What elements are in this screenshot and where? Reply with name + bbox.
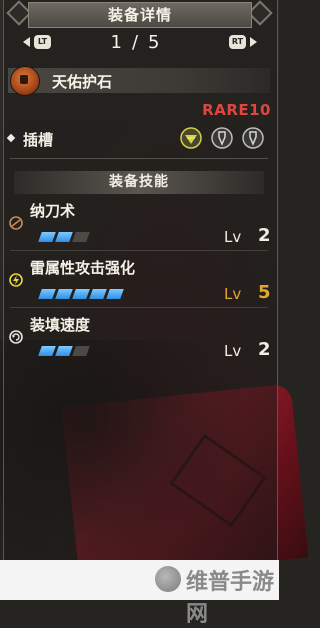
skill-level-pip [89,289,107,299]
slot-row: 插槽 [6,126,270,152]
arrow-right-icon[interactable] [250,37,257,47]
skill-level-value: 5 [258,282,271,303]
skill-level-pip [72,232,90,242]
skill-name: 装填速度 [30,316,91,334]
reload-skill-icon [9,330,23,344]
page-total: 5 [148,32,170,53]
bullet-diamond-icon [6,133,16,143]
watermark-bar: 维普手游网 [0,560,279,627]
skill-level-pip [55,232,73,242]
rt-button[interactable]: RT [229,35,246,49]
skill-level-pip [72,346,90,356]
lt-button[interactable]: LT [34,35,51,49]
rarity-label: RARE10 [202,101,271,119]
slot-label: 插槽 [23,131,54,149]
divider [10,158,268,159]
skill-level-pip [72,289,90,299]
page-title: 装备详情 [28,2,252,28]
skill-level-label: Lv [224,228,242,246]
skill-divider [10,307,268,308]
skill-name: 纳刀术 [30,202,76,220]
slot-gem-level2-icon [242,127,264,149]
skill-level-pip [106,289,124,299]
slot-gem-level3-icon [180,127,202,149]
skill-level-label: Lv [224,285,242,303]
skill-name: 雷属性攻击强化 [30,259,136,277]
site-logo-icon [155,566,181,592]
skill-level-value: 2 [258,339,271,360]
arrow-left-icon[interactable] [23,37,30,47]
skill-level-value: 2 [258,225,271,246]
page-current: 1 [110,32,132,53]
watermark-text: 维普手游网 [186,570,275,627]
skill-level-label: Lv [224,342,242,360]
skill-level-pip [38,232,56,242]
skill-divider [10,250,268,251]
skill-row[interactable]: 装填速度 Lv 2 [0,314,279,370]
skill-level-pip [38,346,56,356]
skill-level-pip [55,289,73,299]
item-row: 天佑护石 [8,66,270,96]
skill-level-pip [55,346,73,356]
page-indicator: 1/5 [80,32,200,53]
skill-row[interactable]: 纳刀术 Lv 2 [0,200,279,256]
charm-icon [10,66,40,96]
sheathe-skill-icon [9,216,23,230]
item-name: 天佑护石 [52,73,113,91]
thunder-skill-icon [9,273,23,287]
page-separator: / [131,32,149,53]
pager: LT 1/5 RT [20,32,260,54]
slot-gem-level2-icon [211,127,233,149]
skill-row[interactable]: 雷属性攻击强化 Lv 5 [0,257,279,313]
skill-level-pip [38,289,56,299]
skills-section-title: 装备技能 [14,171,264,194]
